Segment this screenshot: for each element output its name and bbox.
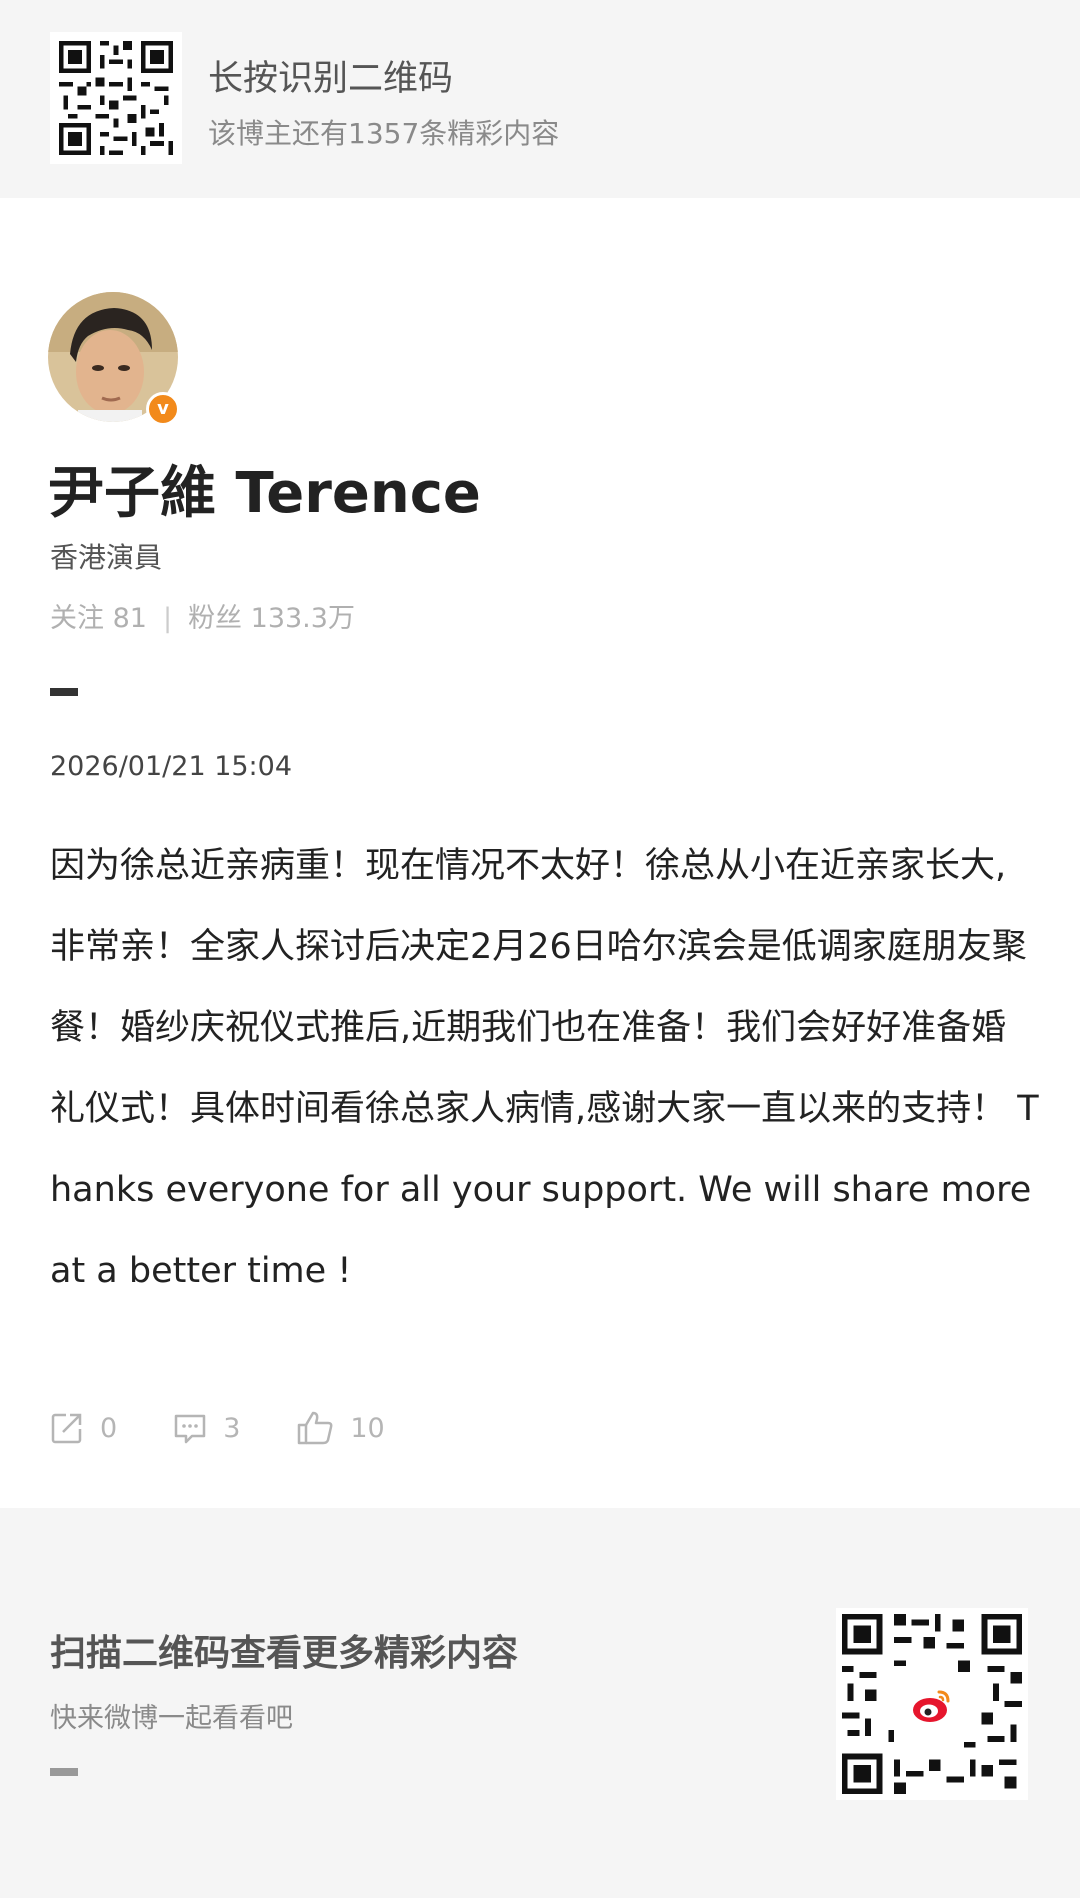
verified-badge-icon: v	[146, 392, 180, 426]
following-count[interactable]: 关注 81	[50, 603, 147, 634]
bottom-qr-code[interactable]	[836, 1608, 1028, 1800]
bottom-qr-section: 扫描二维码查看更多精彩内容 快来微博一起看看吧	[0, 1508, 1080, 1898]
user-description: 香港演員	[50, 541, 163, 574]
user-name[interactable]: 尹子維 Terence	[48, 448, 481, 529]
top-qr-banner: 长按识别二维码 该博主还有1357条精彩内容	[0, 0, 1080, 196]
stats-divider: |	[162, 603, 173, 634]
top-banner-title: 长按识别二维码	[208, 59, 454, 99]
comment-count: 3	[223, 1412, 241, 1444]
comment-icon	[174, 1414, 206, 1444]
section-divider	[50, 688, 78, 696]
weibo-post-card: v 尹子維 Terence 香港演員 关注 81 | 粉丝 133.3万 2026/…	[0, 198, 1080, 1508]
post-actions: 0 3 10	[50, 1408, 441, 1448]
share-icon	[51, 1413, 82, 1444]
bottom-title: 扫描二维码查看更多精彩内容	[50, 1633, 519, 1674]
like-icon	[298, 1411, 333, 1445]
bottom-divider	[50, 1768, 78, 1776]
like-count: 10	[350, 1412, 385, 1444]
followers-count[interactable]: 粉丝 133.3万	[188, 603, 355, 634]
post-timestamp: 2026/01/21 15:04	[50, 751, 293, 782]
comment-button[interactable]: 3	[173, 1411, 240, 1445]
share-button[interactable]: 0	[50, 1411, 117, 1445]
bottom-subtitle: 快来微博一起看看吧	[50, 1703, 293, 1734]
post-text: 因为徐总近亲病重！现在情况不太好！徐总从小在近亲家长大,非常亲！全家人探讨后决定…	[50, 846, 1039, 1291]
user-stats: 关注 81 | 粉丝 133.3万	[50, 596, 355, 635]
weibo-logo-icon	[906, 1680, 958, 1732]
share-count: 0	[100, 1412, 118, 1444]
like-button[interactable]: 10	[296, 1410, 385, 1446]
top-banner-subtitle: 该博主还有1357条精彩内容	[208, 117, 560, 150]
top-qr-code[interactable]	[50, 32, 182, 164]
